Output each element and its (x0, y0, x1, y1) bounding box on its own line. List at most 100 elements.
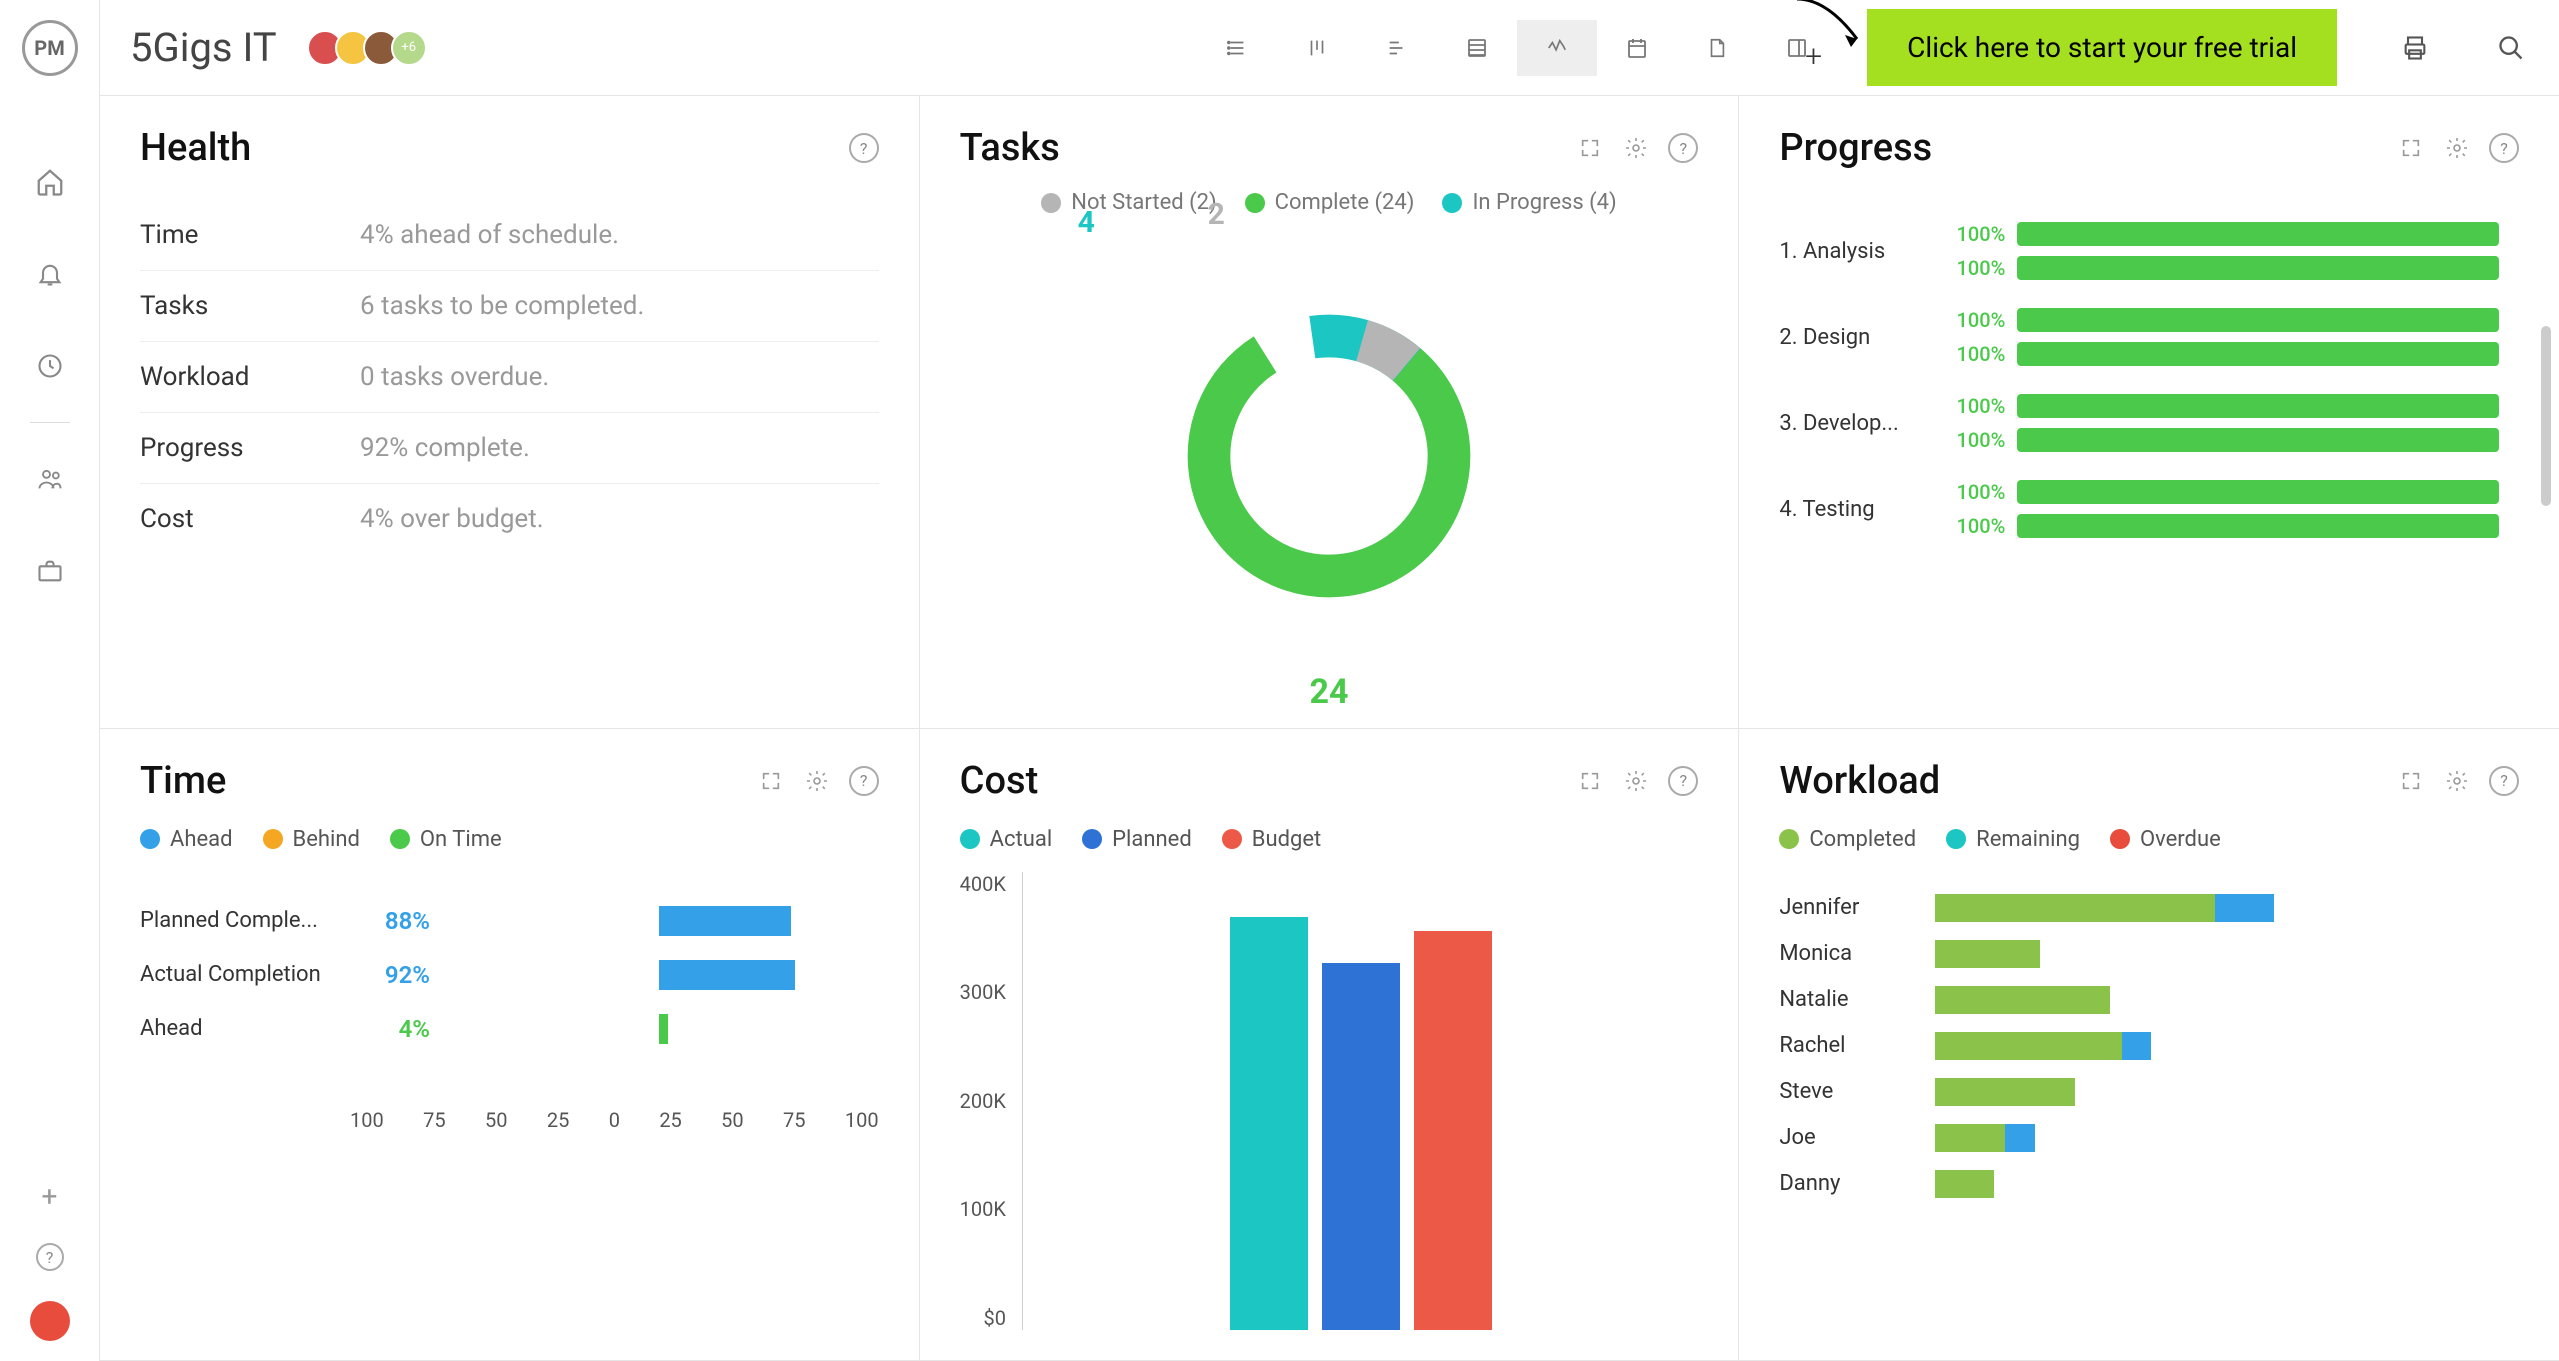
list-view-icon[interactable] (1197, 20, 1277, 76)
gear-icon[interactable] (2443, 767, 2471, 795)
gear-icon[interactable] (2443, 134, 2471, 162)
progress-name: 4. Testing (1779, 497, 1929, 522)
card-title: Workload (1779, 759, 1940, 803)
donut-count-notstarted: 2 (1208, 197, 1225, 232)
cost-card: Cost ? Actual Planned Budget 400K300K200… (920, 729, 1740, 1361)
workload-row: Joe (1779, 1124, 2519, 1152)
print-icon[interactable] (2397, 30, 2433, 66)
health-row: Tasks6 tasks to be completed. (140, 271, 879, 342)
health-card: Health ? Time4% ahead of schedule.Tasks6… (100, 96, 920, 729)
axis-tick: 25 (659, 1108, 681, 1132)
time-label: Actual Completion (140, 962, 340, 987)
trial-banner[interactable]: Click here to start your free trial (1867, 9, 2337, 86)
progress-name: 1. Analysis (1779, 239, 1929, 264)
expand-icon[interactable] (1576, 134, 1604, 162)
scrollbar[interactable] (2541, 326, 2551, 506)
progress-pct: 100% (1945, 256, 2005, 280)
health-row: Workload0 tasks overdue. (140, 342, 879, 413)
time-card: Time ? Ahead Behind On Time Planned Comp… (100, 729, 920, 1361)
sheet-view-icon[interactable] (1437, 20, 1517, 76)
time-value: 92% (350, 961, 430, 989)
detail-view-icon[interactable] (1757, 20, 1837, 76)
briefcase-icon[interactable] (34, 555, 66, 587)
workload-bar (1935, 940, 2519, 968)
time-row: Planned Comple... 88% (140, 906, 879, 936)
axis-tick: 25 (547, 1108, 569, 1132)
gear-icon[interactable] (1622, 767, 1650, 795)
progress-bar (2017, 394, 2499, 418)
avatar-more[interactable]: +6 (391, 30, 427, 66)
left-rail: PM + ? (0, 0, 100, 1361)
workload-row: Monica (1779, 940, 2519, 968)
dashboard-view-icon[interactable] (1517, 20, 1597, 76)
dashboard: Health ? Time4% ahead of schedule.Tasks6… (100, 96, 2559, 1361)
workload-name: Joe (1779, 1125, 1919, 1150)
health-label: Tasks (140, 291, 360, 321)
legend-overdue: Overdue (2140, 827, 2221, 852)
card-title: Cost (960, 759, 1039, 803)
time-bar (659, 1014, 668, 1044)
progress-pct: 100% (1945, 222, 2005, 246)
axis-tick: 100 (845, 1108, 879, 1132)
bell-icon[interactable] (34, 258, 66, 290)
gear-icon[interactable] (803, 767, 831, 795)
legend-actual: Actual (990, 827, 1053, 852)
workload-bar (1935, 986, 2519, 1014)
progress-name: 3. Develop... (1779, 411, 1929, 436)
axis-tick: 300K (960, 980, 1006, 1004)
card-title: Time (140, 759, 226, 803)
add-icon[interactable]: + (42, 1180, 58, 1213)
progress-pct: 100% (1945, 480, 2005, 504)
view-switcher (1197, 20, 1837, 76)
help-icon[interactable]: ? (849, 133, 879, 163)
topbar: 5Gigs IT +6 + Click here t (100, 0, 2559, 96)
legend-behind: Behind (293, 827, 360, 852)
calendar-view-icon[interactable] (1597, 20, 1677, 76)
progress-pct: 100% (1945, 428, 2005, 452)
progress-bar (2017, 428, 2499, 452)
board-view-icon[interactable] (1277, 20, 1357, 76)
progress-pct: 100% (1945, 308, 2005, 332)
workload-row: Natalie (1779, 986, 2519, 1014)
health-value: 4% over budget. (360, 504, 544, 534)
progress-name: 2. Design (1779, 325, 1929, 350)
legend-budget: Budget (1252, 827, 1321, 852)
tasks-legend: Not Started (2) Complete (24) In Progres… (960, 190, 1699, 215)
expand-icon[interactable] (2397, 134, 2425, 162)
user-avatar[interactable] (30, 1301, 70, 1341)
axis-tick: 50 (721, 1108, 743, 1132)
time-label: Ahead (140, 1016, 340, 1041)
progress-row: 1. Analysis 100% 100% (1779, 222, 2499, 280)
team-icon[interactable] (34, 463, 66, 495)
help-icon[interactable]: ? (36, 1243, 64, 1271)
expand-icon[interactable] (1576, 767, 1604, 795)
pm-logo[interactable]: PM (22, 20, 78, 76)
help-icon[interactable]: ? (849, 766, 879, 796)
clock-icon[interactable] (34, 350, 66, 382)
time-label: Planned Comple... (140, 908, 340, 933)
tasks-donut: 4 2 24 (960, 215, 1699, 698)
workload-name: Danny (1779, 1171, 1919, 1196)
search-icon[interactable] (2493, 30, 2529, 66)
project-title: 5Gigs IT (130, 24, 277, 71)
file-view-icon[interactable] (1677, 20, 1757, 76)
workload-row: Jennifer (1779, 894, 2519, 922)
card-title: Progress (1779, 126, 1932, 170)
gantt-view-icon[interactable] (1357, 20, 1437, 76)
help-icon[interactable]: ? (1668, 133, 1698, 163)
help-icon[interactable]: ? (1668, 766, 1698, 796)
donut-count-inprogress: 4 (1078, 205, 1095, 240)
help-icon[interactable]: ? (2489, 133, 2519, 163)
gear-icon[interactable] (1622, 134, 1650, 162)
help-icon[interactable]: ? (2489, 766, 2519, 796)
workload-name: Rachel (1779, 1033, 1919, 1058)
assignee-avatars[interactable]: +6 (307, 30, 427, 66)
cost-chart: 400K300K200K100K$0 (960, 872, 1699, 1331)
home-icon[interactable] (34, 166, 66, 198)
health-label: Progress (140, 433, 360, 463)
workload-bar (1935, 1170, 2519, 1198)
cost-legend: Actual Planned Budget (960, 827, 1699, 852)
workload-card: Workload ? Completed Remaining Overdue J… (1739, 729, 2559, 1361)
expand-icon[interactable] (2397, 767, 2425, 795)
expand-icon[interactable] (757, 767, 785, 795)
